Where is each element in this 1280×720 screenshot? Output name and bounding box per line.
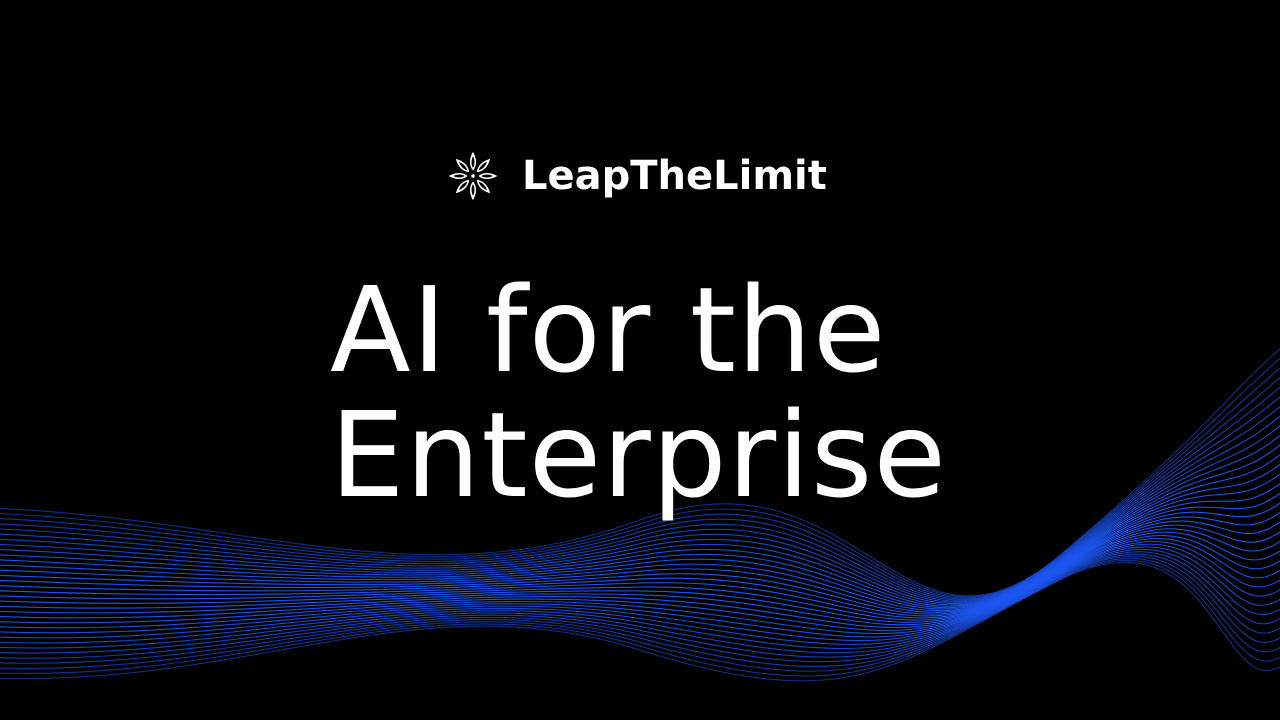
headline-line-2: Enterprise [330, 386, 947, 524]
headline: AI for the Enterprise [330, 268, 947, 518]
star-flower-icon [448, 151, 498, 201]
wave-line [0, 561, 1280, 682]
brand-logo: LeapTheLimit [446, 148, 827, 204]
brand-name: LeapTheLimit [522, 153, 827, 199]
title-slide: LeapTheLimit AI for the Enterprise [0, 0, 1280, 720]
headline-line-1: AI for the [330, 261, 887, 399]
